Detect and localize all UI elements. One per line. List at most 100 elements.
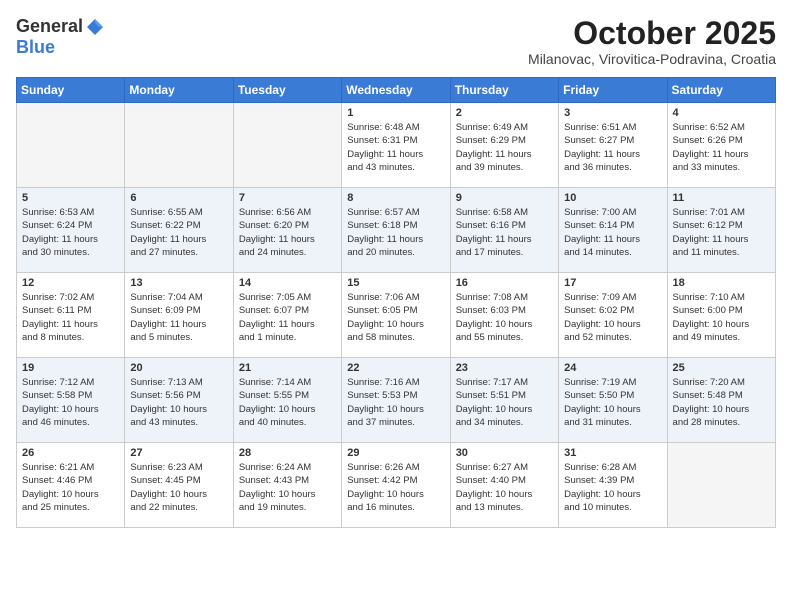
- calendar-week-row: 26Sunrise: 6:21 AM Sunset: 4:46 PM Dayli…: [17, 443, 776, 528]
- day-number: 14: [239, 277, 336, 289]
- calendar-day-cell: 14 Sunrise: 7:05 AM Sunset: 6:07 PM Dayli…: [233, 273, 341, 358]
- calendar-day-cell: 28 Sunrise: 6:24 AM Sunset: 4:43 PM Dayli…: [233, 443, 341, 528]
- day-info: Sunrise: 6:26 AM Sunset: 4:42 PM Dayligh…: [347, 461, 444, 514]
- calendar-day-cell: 21Sunrise: 7:14 AM Sunset: 5:55 PM Dayli…: [233, 358, 341, 443]
- day-number: 29: [347, 447, 444, 459]
- day-info: Sunrise: 7:00 AM Sunset: 6:14 PM Dayligh…: [564, 206, 661, 259]
- day-info: Sunrise: 7:16 AM Sunset: 5:53 PM Dayligh…: [347, 376, 444, 429]
- calendar-day-cell: 25 Sunrise: 7:20 AM Sunset: 5:48 PM Dayli…: [667, 358, 775, 443]
- day-info: Sunrise: 7:20 AM Sunset: 5:48 PM Dayligh…: [673, 376, 770, 429]
- day-number: 28: [239, 447, 336, 459]
- calendar-day-cell: [233, 103, 341, 188]
- day-info: Sunrise: 7:14 AM Sunset: 5:55 PM Dayligh…: [239, 376, 336, 429]
- day-number: 12: [22, 277, 119, 289]
- calendar-day-cell: 19 Sunrise: 7:12 AM Sunset: 5:58 PM Dayli…: [17, 358, 125, 443]
- day-info: Sunrise: 6:56 AM Sunset: 6:20 PM Dayligh…: [239, 206, 336, 259]
- calendar-day-cell: 27 Sunrise: 6:23 AM Sunset: 4:45 PM Dayli…: [125, 443, 233, 528]
- logo: General Blue: [16, 16, 105, 58]
- calendar-day-cell: 17Sunrise: 7:09 AM Sunset: 6:02 PM Dayli…: [559, 273, 667, 358]
- calendar-day-cell: 20 Sunrise: 7:13 AM Sunset: 5:56 PM Dayli…: [125, 358, 233, 443]
- day-info: Sunrise: 6:51 AM Sunset: 6:27 PM Dayligh…: [564, 121, 661, 174]
- day-info: Sunrise: 6:28 AM Sunset: 4:39 PM Dayligh…: [564, 461, 661, 514]
- day-number: 13: [130, 277, 227, 289]
- calendar-day-cell: 18 Sunrise: 7:10 AM Sunset: 6:00 PM Dayli…: [667, 273, 775, 358]
- day-info: Sunrise: 6:23 AM Sunset: 4:45 PM Dayligh…: [130, 461, 227, 514]
- day-info: Sunrise: 7:17 AM Sunset: 5:51 PM Dayligh…: [456, 376, 553, 429]
- day-info: Sunrise: 7:08 AM Sunset: 6:03 PM Dayligh…: [456, 291, 553, 344]
- calendar-table: SundayMondayTuesdayWednesdayThursdayFrid…: [16, 77, 776, 528]
- calendar-week-row: 1 Sunrise: 6:48 AM Sunset: 6:31 PM Daylig…: [17, 103, 776, 188]
- logo-icon: [85, 17, 105, 37]
- logo-general-text: General: [16, 16, 83, 37]
- calendar-day-cell: [125, 103, 233, 188]
- day-number: 5: [22, 192, 119, 204]
- day-number: 23: [456, 362, 553, 374]
- weekday-header: Tuesday: [233, 78, 341, 103]
- day-number: 3: [564, 107, 661, 119]
- day-info: Sunrise: 6:55 AM Sunset: 6:22 PM Dayligh…: [130, 206, 227, 259]
- location-title: Milanovac, Virovitica-Podravina, Croatia: [528, 51, 776, 67]
- calendar-day-cell: 8Sunrise: 6:57 AM Sunset: 6:18 PM Daylig…: [342, 188, 450, 273]
- day-number: 19: [22, 362, 119, 374]
- day-number: 27: [130, 447, 227, 459]
- day-number: 16: [456, 277, 553, 289]
- weekday-header: Saturday: [667, 78, 775, 103]
- page-header: General Blue October 2025 Milanovac, Vir…: [16, 16, 776, 67]
- calendar-day-cell: 2 Sunrise: 6:49 AM Sunset: 6:29 PM Daylig…: [450, 103, 558, 188]
- calendar-day-cell: [17, 103, 125, 188]
- day-number: 25: [673, 362, 770, 374]
- day-number: 15: [347, 277, 444, 289]
- day-number: 20: [130, 362, 227, 374]
- day-info: Sunrise: 7:19 AM Sunset: 5:50 PM Dayligh…: [564, 376, 661, 429]
- calendar-day-cell: 26Sunrise: 6:21 AM Sunset: 4:46 PM Dayli…: [17, 443, 125, 528]
- calendar-day-cell: 3 Sunrise: 6:51 AM Sunset: 6:27 PM Daylig…: [559, 103, 667, 188]
- day-info: Sunrise: 7:12 AM Sunset: 5:58 PM Dayligh…: [22, 376, 119, 429]
- calendar-day-cell: 6Sunrise: 6:55 AM Sunset: 6:22 PM Daylig…: [125, 188, 233, 273]
- day-number: 1: [347, 107, 444, 119]
- calendar-week-row: 12 Sunrise: 7:02 AM Sunset: 6:11 PM Dayli…: [17, 273, 776, 358]
- day-info: Sunrise: 6:27 AM Sunset: 4:40 PM Dayligh…: [456, 461, 553, 514]
- day-info: Sunrise: 7:04 AM Sunset: 6:09 PM Dayligh…: [130, 291, 227, 344]
- day-number: 24: [564, 362, 661, 374]
- calendar-day-cell: 15 Sunrise: 7:06 AM Sunset: 6:05 PM Dayli…: [342, 273, 450, 358]
- day-info: Sunrise: 7:13 AM Sunset: 5:56 PM Dayligh…: [130, 376, 227, 429]
- calendar-day-cell: 23 Sunrise: 7:17 AM Sunset: 5:51 PM Dayli…: [450, 358, 558, 443]
- calendar-day-cell: 16 Sunrise: 7:08 AM Sunset: 6:03 PM Dayli…: [450, 273, 558, 358]
- day-info: Sunrise: 6:48 AM Sunset: 6:31 PM Dayligh…: [347, 121, 444, 174]
- day-number: 31: [564, 447, 661, 459]
- weekday-header-row: SundayMondayTuesdayWednesdayThursdayFrid…: [17, 78, 776, 103]
- calendar-day-cell: 22 Sunrise: 7:16 AM Sunset: 5:53 PM Dayli…: [342, 358, 450, 443]
- weekday-header: Monday: [125, 78, 233, 103]
- calendar-day-cell: 29 Sunrise: 6:26 AM Sunset: 4:42 PM Dayli…: [342, 443, 450, 528]
- day-info: Sunrise: 7:02 AM Sunset: 6:11 PM Dayligh…: [22, 291, 119, 344]
- day-number: 18: [673, 277, 770, 289]
- day-number: 10: [564, 192, 661, 204]
- calendar-day-cell: 24 Sunrise: 7:19 AM Sunset: 5:50 PM Dayli…: [559, 358, 667, 443]
- day-info: Sunrise: 6:52 AM Sunset: 6:26 PM Dayligh…: [673, 121, 770, 174]
- day-info: Sunrise: 6:24 AM Sunset: 4:43 PM Dayligh…: [239, 461, 336, 514]
- day-info: Sunrise: 7:06 AM Sunset: 6:05 PM Dayligh…: [347, 291, 444, 344]
- day-number: 30: [456, 447, 553, 459]
- day-number: 17: [564, 277, 661, 289]
- day-number: 2: [456, 107, 553, 119]
- weekday-header: Friday: [559, 78, 667, 103]
- day-info: Sunrise: 6:49 AM Sunset: 6:29 PM Dayligh…: [456, 121, 553, 174]
- calendar-week-row: 5Sunrise: 6:53 AM Sunset: 6:24 PM Daylig…: [17, 188, 776, 273]
- calendar-day-cell: 9Sunrise: 6:58 AM Sunset: 6:16 PM Daylig…: [450, 188, 558, 273]
- day-info: Sunrise: 7:10 AM Sunset: 6:00 PM Dayligh…: [673, 291, 770, 344]
- calendar-day-cell: 10 Sunrise: 7:00 AM Sunset: 6:14 PM Dayli…: [559, 188, 667, 273]
- calendar-day-cell: 13 Sunrise: 7:04 AM Sunset: 6:09 PM Dayli…: [125, 273, 233, 358]
- day-info: Sunrise: 6:58 AM Sunset: 6:16 PM Dayligh…: [456, 206, 553, 259]
- day-number: 26: [22, 447, 119, 459]
- day-number: 8: [347, 192, 444, 204]
- weekday-header: Sunday: [17, 78, 125, 103]
- calendar-day-cell: [667, 443, 775, 528]
- day-info: Sunrise: 7:05 AM Sunset: 6:07 PM Dayligh…: [239, 291, 336, 344]
- day-number: 22: [347, 362, 444, 374]
- calendar-day-cell: 30 Sunrise: 6:27 AM Sunset: 4:40 PM Dayli…: [450, 443, 558, 528]
- weekday-header: Thursday: [450, 78, 558, 103]
- day-number: 7: [239, 192, 336, 204]
- day-number: 4: [673, 107, 770, 119]
- title-section: October 2025 Milanovac, Virovitica-Podra…: [528, 16, 776, 67]
- day-number: 11: [673, 192, 770, 204]
